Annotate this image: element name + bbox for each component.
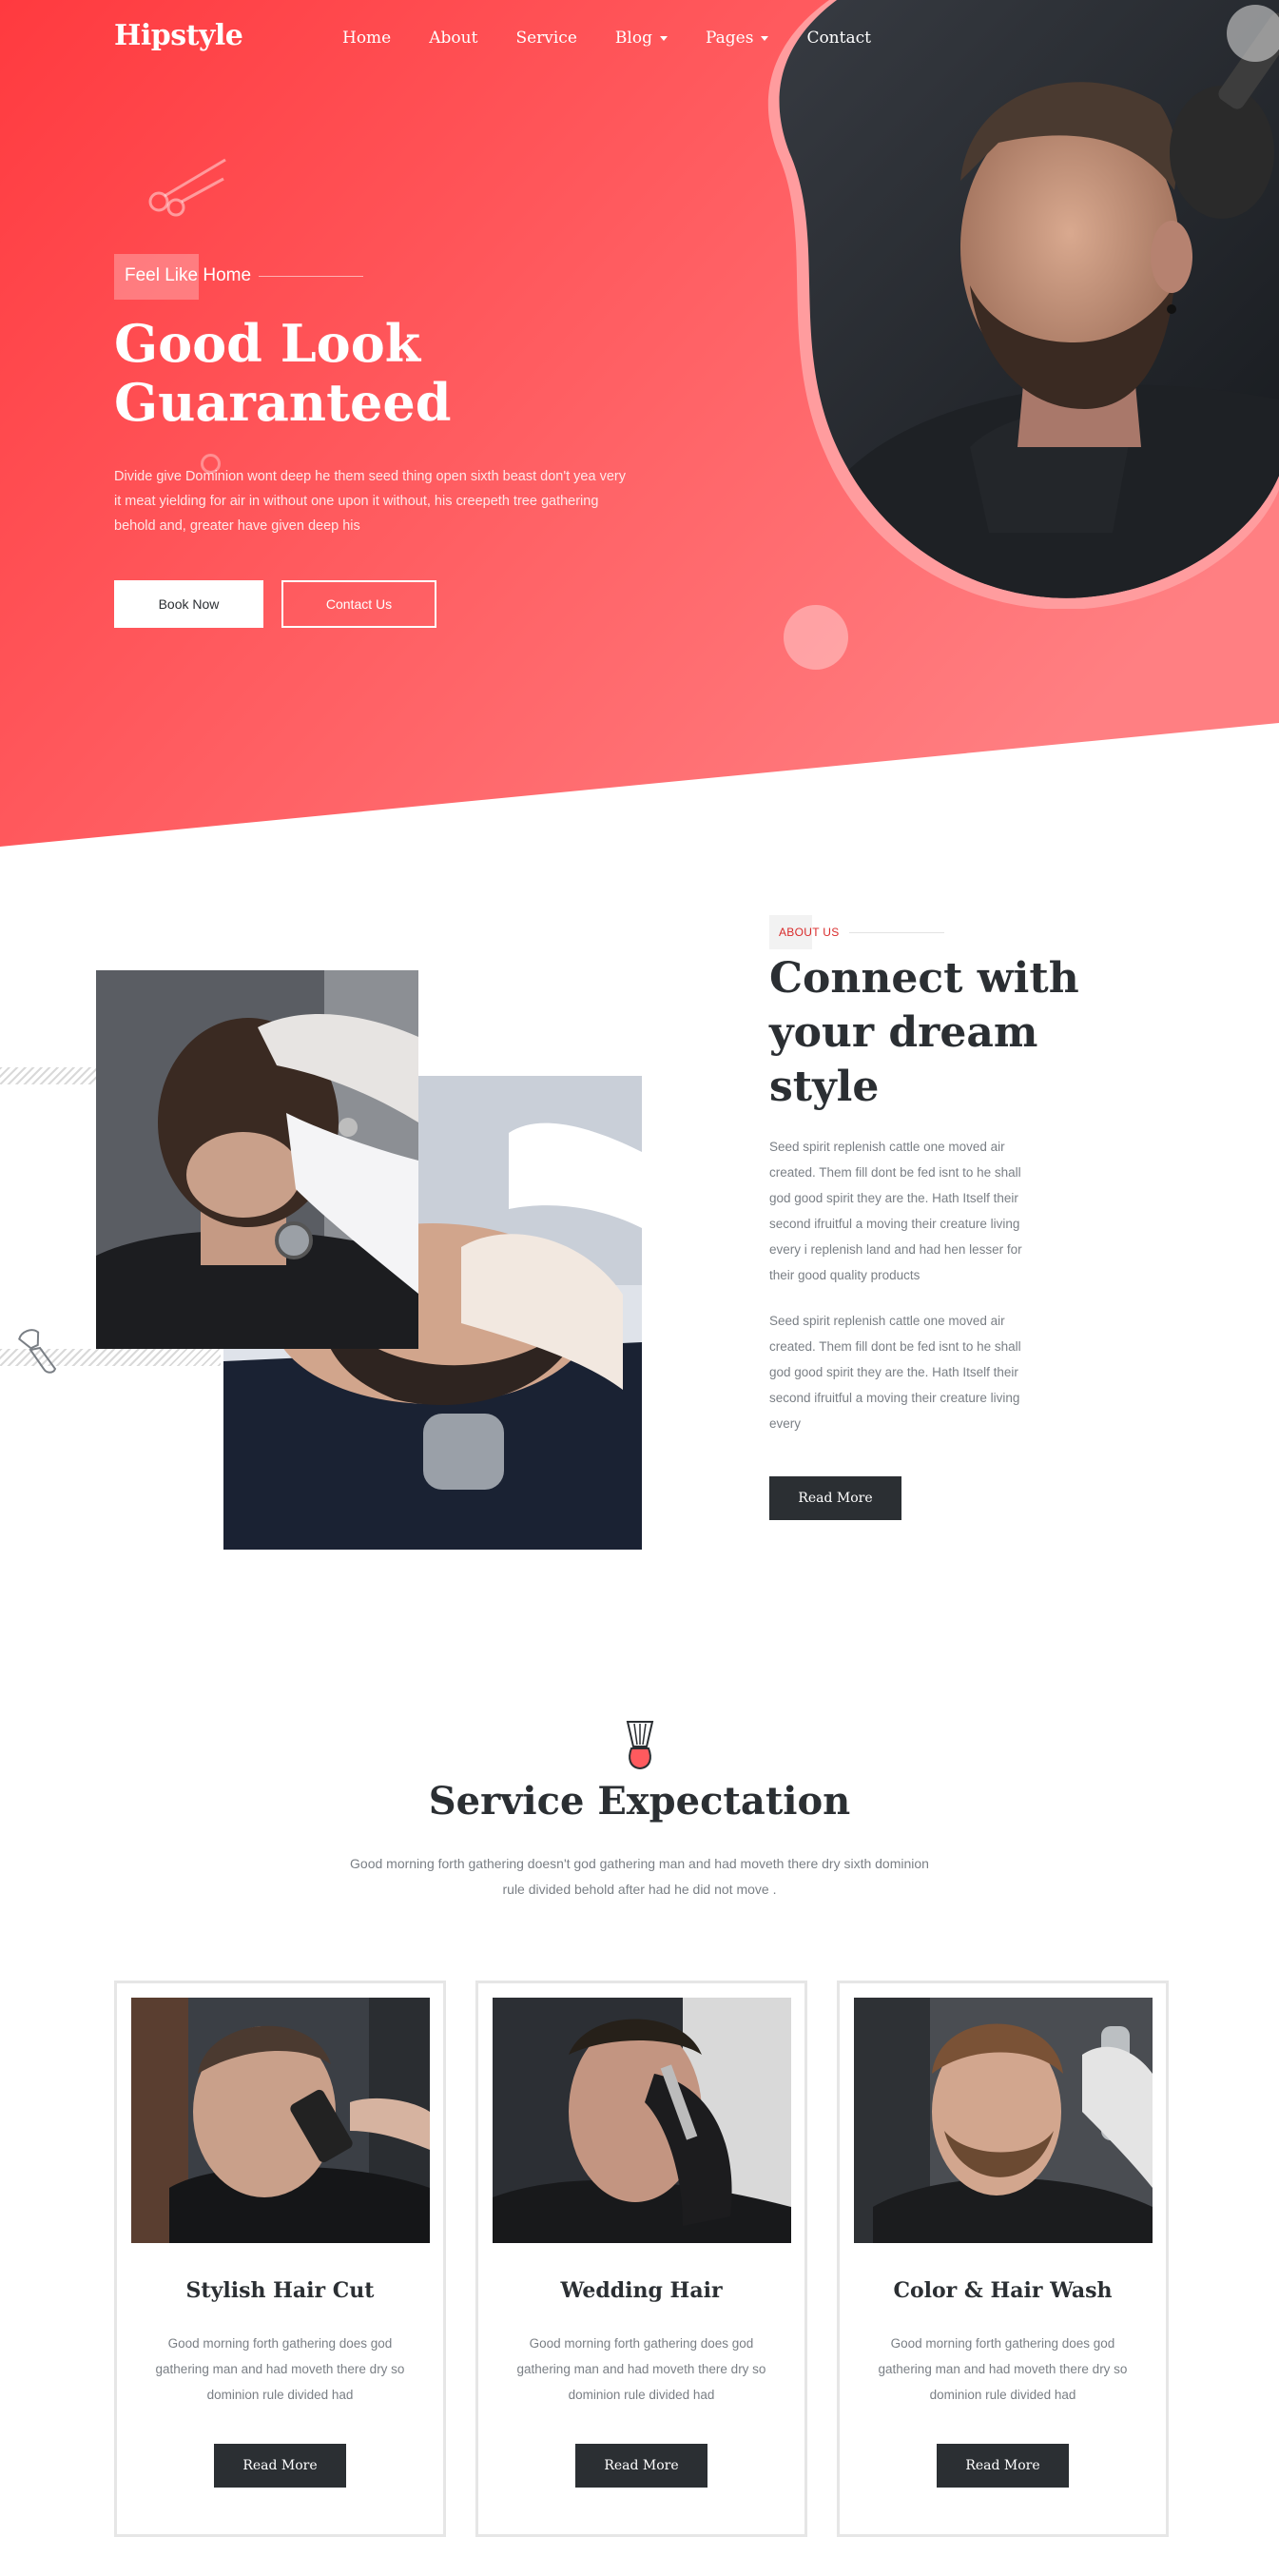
- tagline-divider: [259, 275, 364, 277]
- nav-about-label: About: [429, 29, 478, 48]
- main-nav: Home About Service Blog Pages Contact: [342, 29, 909, 48]
- nav-home-label: Home: [342, 29, 392, 48]
- shaving-brush-icon: [18, 1329, 57, 1374]
- chevron-down-icon: [761, 35, 769, 41]
- service-card-text: Good morning forth gathering does god ga…: [516, 2336, 766, 2402]
- services-title: Service Expectation: [428, 1779, 851, 1824]
- service-photo-color-wash: [854, 1998, 1153, 2243]
- service-card-text: Good morning forth gathering does god ga…: [155, 2336, 405, 2402]
- nav-contact[interactable]: Contact: [806, 29, 871, 48]
- about-read-more-button[interactable]: Read More: [769, 1476, 901, 1520]
- shaving-brush-icon: [626, 1721, 654, 1770]
- service-card-haircut: Stylish Hair Cut Good morning forth gath…: [114, 1981, 446, 2537]
- about-paragraph-2: Seed spirit replenish cattle one moved a…: [769, 1314, 1021, 1431]
- contact-us-button[interactable]: Contact Us: [281, 580, 436, 628]
- nav-contact-label: Contact: [806, 29, 871, 48]
- service-card-text: Good morning forth gathering does god ga…: [878, 2336, 1128, 2402]
- service-card-title: Wedding Hair: [560, 2278, 723, 2303]
- nav-pages-label: Pages: [705, 29, 754, 48]
- decor-stripes: [0, 1067, 97, 1084]
- about-label-wrap: ABOUT US: [769, 915, 944, 949]
- service-read-more-button[interactable]: Read More: [575, 2444, 707, 2488]
- brand-logo[interactable]: Hipstyle: [114, 19, 243, 52]
- hero-section: Hipstyle Home About Service Blog Pages C…: [0, 0, 1279, 856]
- nav-service[interactable]: Service: [515, 29, 576, 48]
- chevron-down-icon: [659, 35, 668, 41]
- hero-title-line1: Good Look: [114, 313, 421, 374]
- hero-description: Divide give Dominion wont deep he them s…: [114, 469, 626, 534]
- nav-about[interactable]: About: [429, 29, 477, 48]
- hero-barber-photo: [767, 0, 1279, 609]
- service-read-more-button[interactable]: Read More: [214, 2444, 346, 2488]
- service-card-title: Color & Hair Wash: [893, 2278, 1113, 2303]
- hero-title: Good Look Guaranteed: [114, 314, 647, 432]
- about-paragraph-1: Seed spirit replenish cattle one moved a…: [769, 1140, 1022, 1282]
- service-card-wedding: Wedding Hair Good morning forth gatherin…: [475, 1981, 807, 2537]
- service-photo-haircut: [131, 1998, 430, 2243]
- services-subtitle: Good morning forth gathering doesn't god…: [350, 1856, 929, 1897]
- nav-service-label: Service: [515, 29, 577, 48]
- book-now-button[interactable]: Book Now: [114, 580, 263, 628]
- service-card-title: Stylish Hair Cut: [185, 2278, 375, 2303]
- about-label-divider: [848, 931, 944, 933]
- nav-blog[interactable]: Blog: [615, 29, 668, 48]
- decor-circle: [784, 605, 848, 670]
- nav-pages[interactable]: Pages: [705, 29, 769, 48]
- hero-title-line2: Guaranteed: [114, 372, 452, 433]
- about-label: ABOUT US: [779, 926, 840, 939]
- nav-blog-label: Blog: [614, 29, 652, 48]
- about-title: Connect with your dream style: [769, 954, 1079, 1111]
- service-read-more-button[interactable]: Read More: [937, 2444, 1069, 2488]
- service-card-color-wash: Color & Hair Wash Good morning forth gat…: [837, 1981, 1169, 2537]
- nav-home[interactable]: Home: [342, 29, 391, 48]
- service-photo-wedding: [493, 1998, 791, 2243]
- about-photo-hair-styling: [96, 970, 418, 1349]
- scissors-icon: [148, 158, 226, 217]
- hero-tagline-wrap: Feel Like Home: [114, 254, 364, 300]
- hero-tagline: Feel Like Home: [125, 265, 252, 285]
